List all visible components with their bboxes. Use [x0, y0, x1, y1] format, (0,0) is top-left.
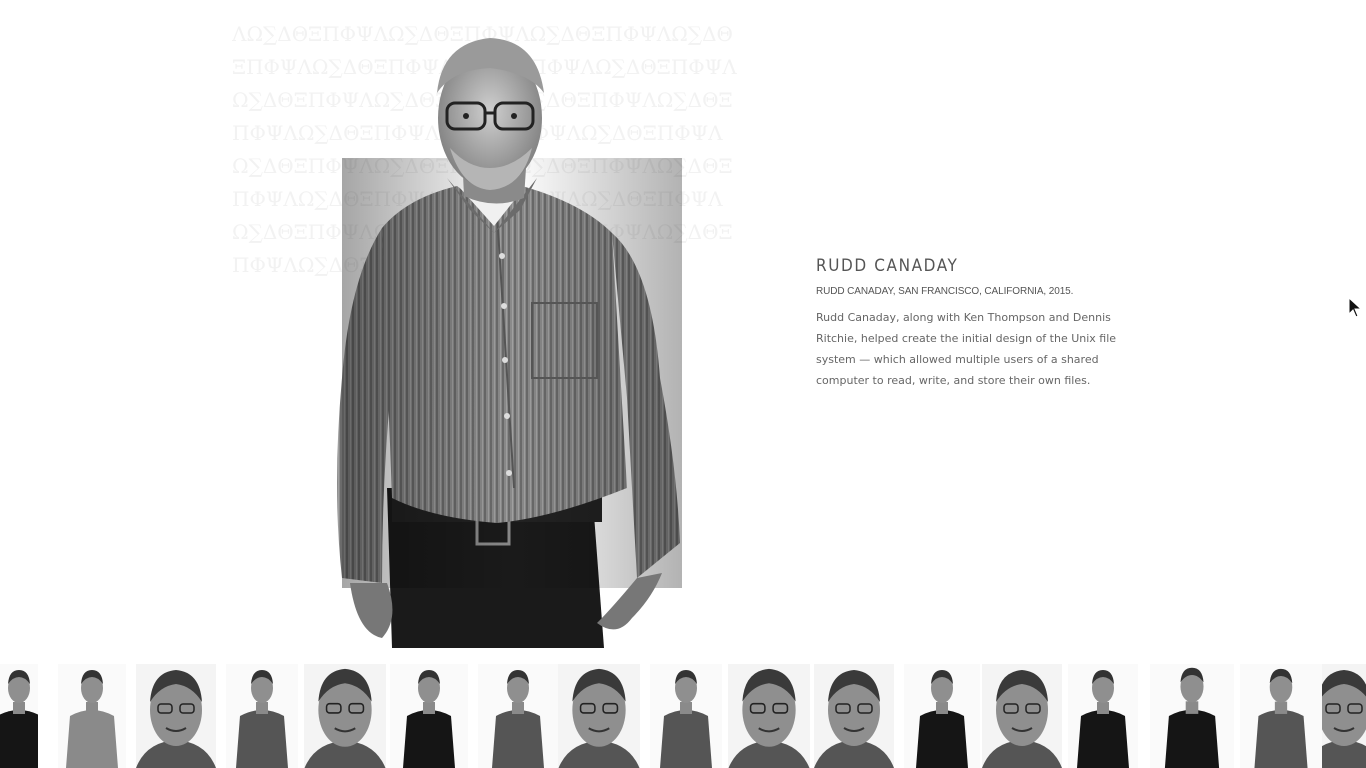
profile-name: RUDD CANADAY — [816, 256, 959, 276]
photo-caption: RUDD CANADAY, SAN FRANCISCO, CALIFORNIA,… — [816, 286, 1074, 297]
thumbnail-portrait-8[interactable] — [558, 664, 640, 768]
thumbnail-portrait-17[interactable] — [1322, 664, 1366, 768]
thumbnail-portrait-1[interactable] — [0, 664, 38, 768]
arrow-cursor-icon — [1348, 297, 1362, 318]
thumbnail-portrait-11[interactable] — [814, 664, 894, 768]
thumbnail-portrait-3[interactable] — [136, 664, 216, 768]
thumbnail-portrait-15[interactable] — [1150, 664, 1234, 768]
thumbnail-portrait-9[interactable] — [650, 664, 722, 768]
thumbnail-portrait-5[interactable] — [304, 664, 386, 768]
portrait-carousel — [0, 664, 1366, 768]
thumbnail-portrait-2[interactable] — [58, 664, 126, 768]
thumbnail-portrait-6[interactable] — [390, 664, 468, 768]
thumbnail-portrait-7[interactable] — [478, 664, 558, 768]
profile-description: Rudd Canaday, along with Ken Thompson an… — [816, 311, 1117, 387]
page: ΛΩ∑ΔΘΞΠΦΨΛΩ∑ΔΘΞΠΦΨΛΩ∑ΔΘΞΠΦΨΛΩ∑ΔΘΞΠΦΨΛΩ∑Δ… — [0, 0, 1366, 768]
thumbnail-portrait-4[interactable] — [226, 664, 298, 768]
thumbnail-portrait-14[interactable] — [1068, 664, 1138, 768]
thumbnail-portrait-10[interactable] — [728, 664, 810, 768]
hero-portrait — [232, 18, 737, 648]
thumbnail-portrait-16[interactable] — [1240, 664, 1322, 768]
thumbnail-portrait-13[interactable] — [982, 664, 1062, 768]
thumbnail-portrait-12[interactable] — [904, 664, 980, 768]
profile-info: RUDD CANADAY RUDD CANADAY, SAN FRANCISCO… — [816, 255, 1146, 391]
